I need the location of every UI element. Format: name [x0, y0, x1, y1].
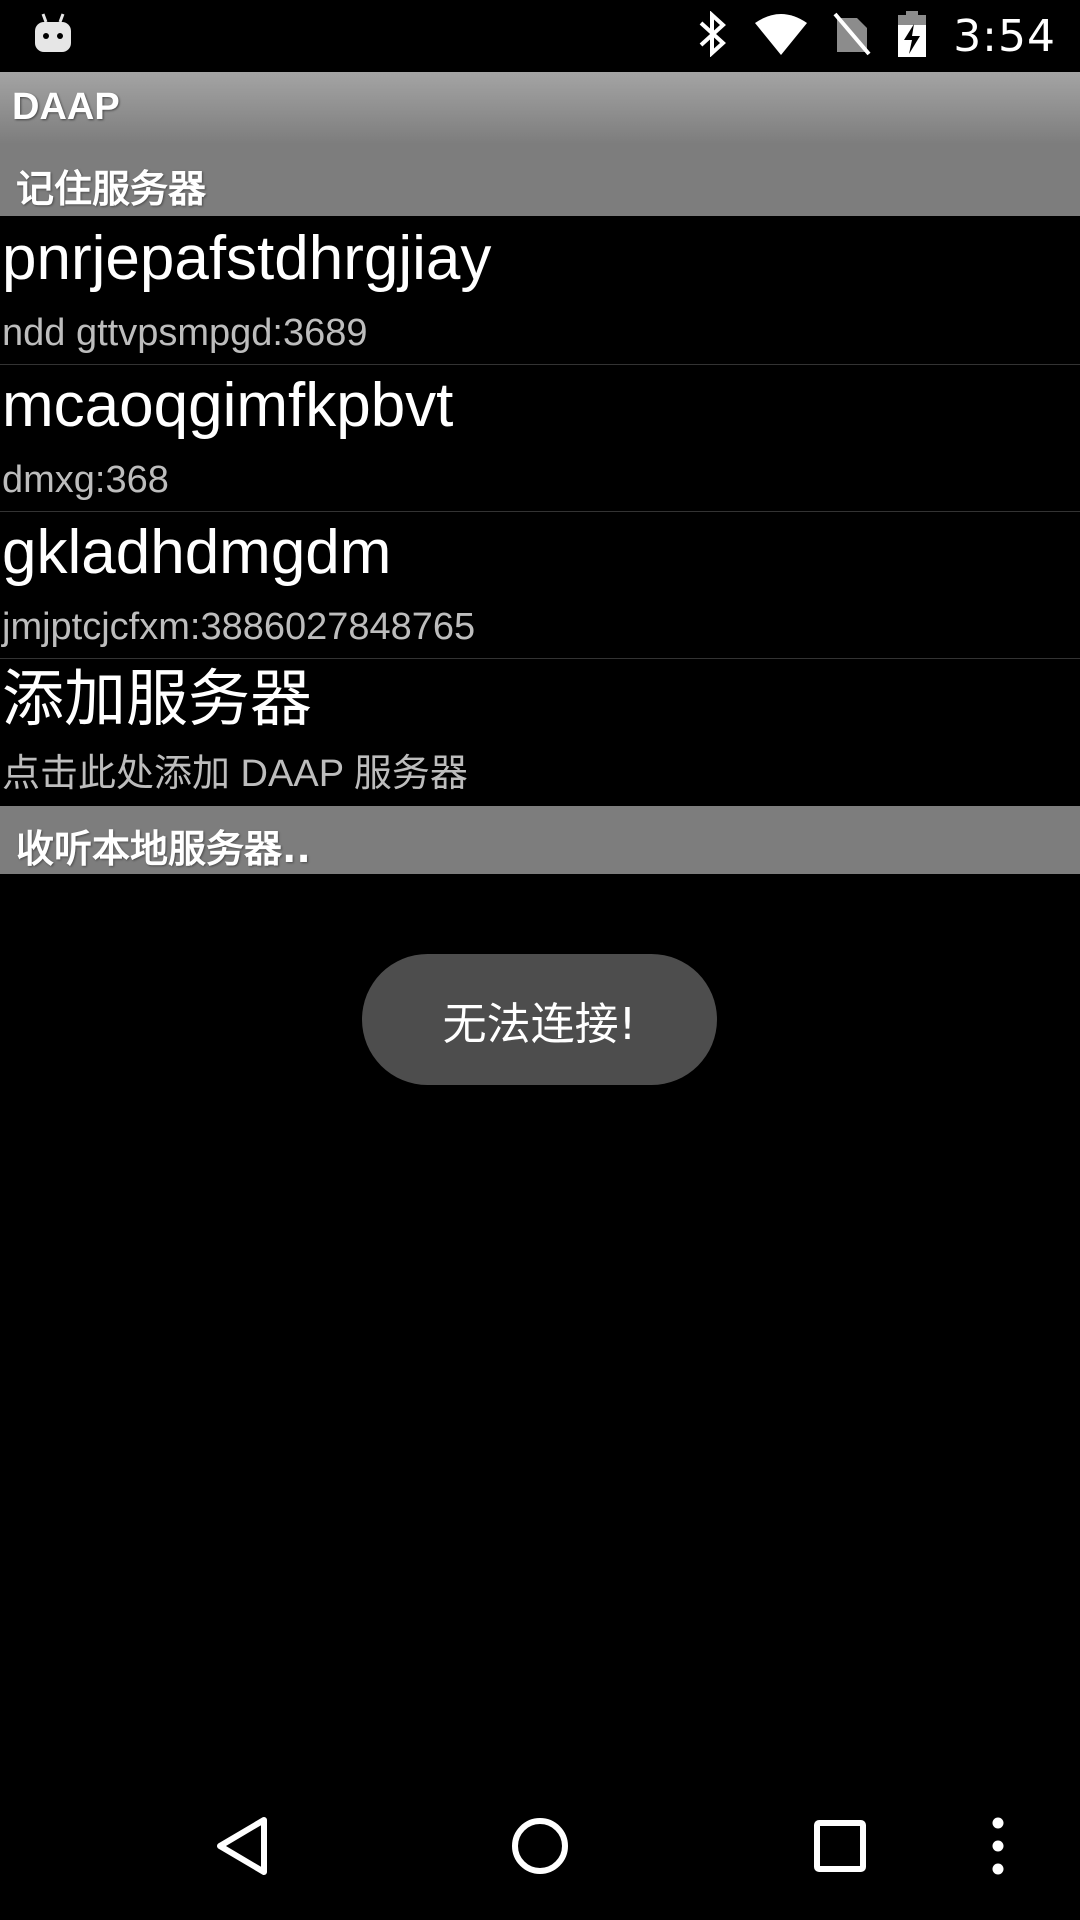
home-button[interactable] [460, 1776, 620, 1920]
add-server-title: 添加服务器 [2, 665, 313, 734]
bluetooth-icon [697, 10, 729, 61]
battery-charging-icon [897, 10, 927, 62]
overflow-menu-icon [991, 1816, 1005, 1880]
status-time: 3:54 [953, 10, 1056, 62]
server-address: dmxg:368 [2, 459, 169, 501]
add-server-item[interactable]: 添加服务器 点击此处添加 DAAP 服务器 [0, 659, 1080, 805]
android-icon [34, 12, 72, 58]
no-sim-icon [833, 12, 871, 60]
section-header-remembered-servers: 记住服务器 [0, 144, 1080, 216]
recents-button[interactable] [760, 1776, 920, 1920]
navigation-bar [0, 1776, 1080, 1920]
server-item[interactable]: gkladhdmgdm jmjptcjcfxm:3886027848765 [0, 512, 1080, 658]
server-name: gkladhdmgdm [2, 518, 392, 587]
server-address: jmjptcjcfxm:3886027848765 [2, 606, 476, 648]
section-header-label: 收听本地服务器.. [16, 827, 311, 871]
screen: 3:54 DAAP 记住服务器 pnrjepafstdhrgjiay ndd g… [0, 0, 1080, 1920]
recents-icon [813, 1819, 867, 1877]
status-icons: 3:54 [697, 0, 1056, 72]
app-title-bar: DAAP [0, 72, 1080, 144]
toast-message: 无法连接! [362, 954, 717, 1085]
back-button[interactable] [162, 1776, 322, 1920]
add-server-subtitle: 点击此处添加 DAAP 服务器 [2, 753, 468, 795]
server-name: mcaoqgimfkpbvt [2, 371, 454, 440]
section-header-label: 记住服务器 [16, 167, 207, 211]
server-item[interactable]: pnrjepafstdhrgjiay ndd gttvpsmpgd:3689 [0, 218, 1080, 364]
server-item[interactable]: mcaoqgimfkpbvt dmxg:368 [0, 365, 1080, 511]
overflow-menu-button[interactable] [938, 1776, 1058, 1920]
section-header-local-servers: 收听本地服务器.. [0, 806, 1080, 874]
status-bar: 3:54 [0, 0, 1080, 72]
home-icon [510, 1816, 570, 1880]
app-title: DAAP [12, 86, 120, 128]
back-icon [214, 1816, 270, 1880]
server-name: pnrjepafstdhrgjiay [2, 224, 492, 293]
wifi-icon [755, 13, 808, 59]
server-address: ndd gttvpsmpgd:3689 [2, 312, 368, 354]
